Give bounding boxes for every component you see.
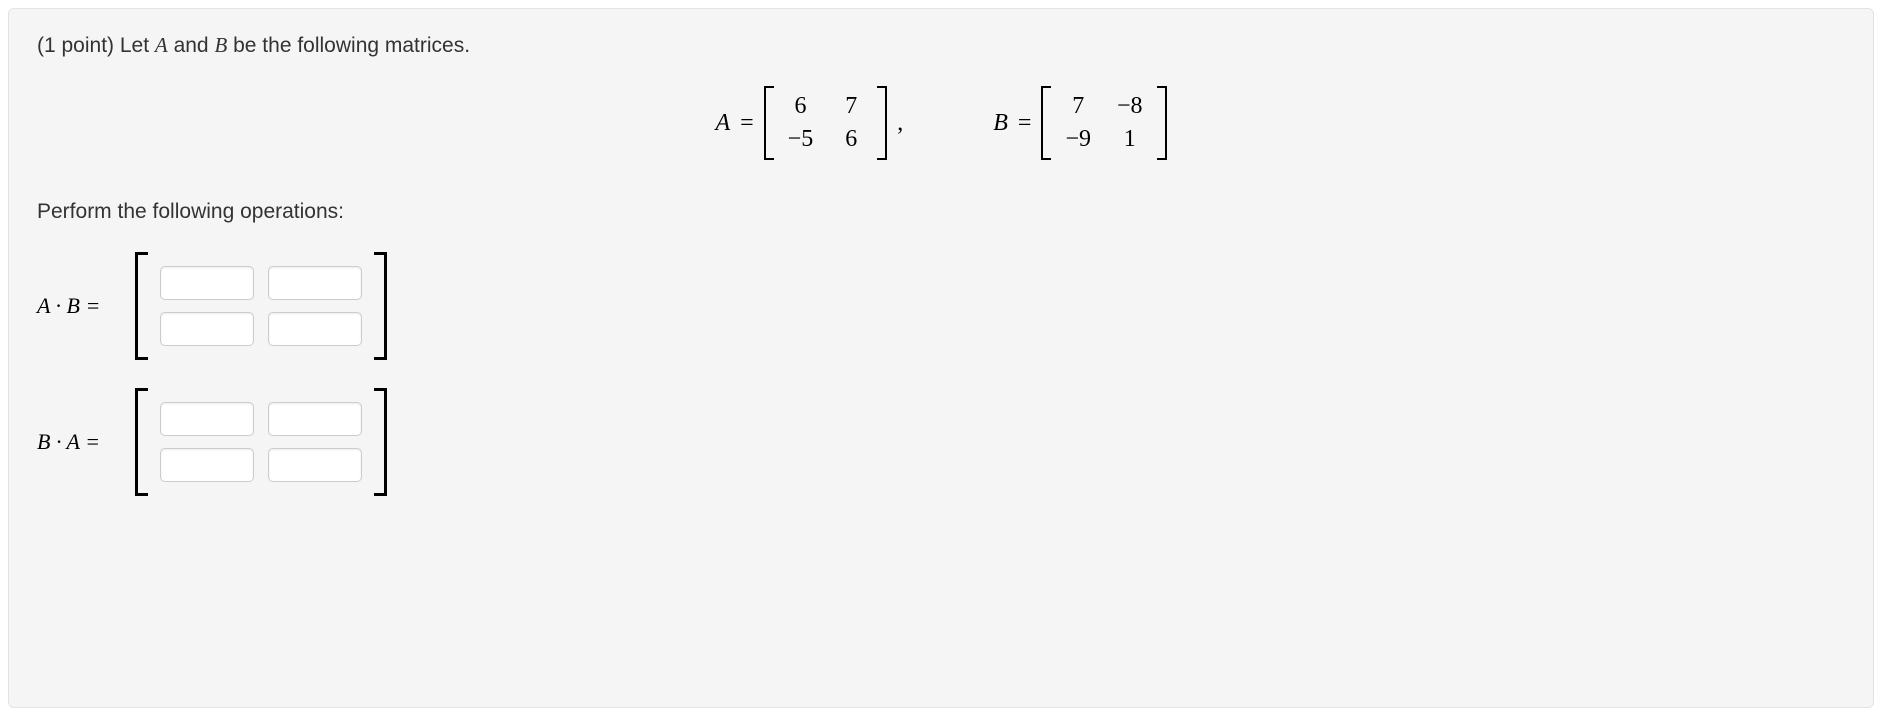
A-2-1: −5 — [788, 126, 814, 153]
intro-and: and — [168, 34, 215, 57]
answer-AB: A · B = — [37, 252, 1845, 360]
problem-intro: (1 point) Let A and B be the following m… — [37, 33, 1845, 58]
A-1-1: 6 — [788, 93, 814, 120]
comma: , — [897, 110, 903, 137]
bracket-right-icon — [1157, 86, 1167, 160]
AB-matrix — [135, 252, 387, 360]
A-2-2: 6 — [839, 126, 863, 153]
BA-matrix — [135, 388, 387, 496]
matrix-B: 7 −8 −9 1 — [1041, 86, 1166, 160]
AB-input-1-2[interactable] — [268, 266, 362, 300]
bracket-left-icon — [135, 388, 148, 496]
bracket-left-icon — [1041, 86, 1051, 160]
problem-container: (1 point) Let A and B be the following m… — [8, 8, 1874, 708]
matrix-A-eq: A = 6 7 −5 6 , — [715, 86, 903, 160]
answer-BA: B · A = — [37, 388, 1845, 496]
A-1-2: 7 — [839, 93, 863, 120]
equals-sign: = — [1018, 110, 1032, 137]
BA-input-2-2[interactable] — [268, 448, 362, 482]
B-1-2: −8 — [1117, 93, 1143, 120]
AB-input-1-1[interactable] — [160, 266, 254, 300]
AB-input-2-1[interactable] — [160, 312, 254, 346]
var-A: A — [155, 33, 168, 57]
bracket-right-icon — [877, 86, 887, 160]
var-B: B — [214, 33, 227, 57]
intro-text-1: Let — [120, 34, 155, 57]
matrix-B-label: B — [993, 110, 1008, 137]
points: (1 point) — [37, 34, 120, 57]
B-2-1: −9 — [1065, 126, 1091, 153]
AB-input-2-2[interactable] — [268, 312, 362, 346]
bracket-right-icon — [374, 388, 387, 496]
bracket-left-icon — [764, 86, 774, 160]
BA-label: B · A = — [37, 429, 123, 455]
matrix-B-cells: 7 −8 −9 1 — [1055, 87, 1152, 159]
matrix-definitions: A = 6 7 −5 6 , B = 7 −8 — [37, 86, 1845, 160]
AB-cells — [148, 252, 374, 360]
AB-label: A · B = — [37, 293, 123, 319]
matrix-A-cells: 6 7 −5 6 — [778, 87, 874, 159]
B-1-1: 7 — [1065, 93, 1091, 120]
BA-cells — [148, 388, 374, 496]
bracket-left-icon — [135, 252, 148, 360]
intro-text-2: be the following matrices. — [227, 34, 470, 57]
matrix-A: 6 7 −5 6 — [764, 86, 888, 160]
bracket-right-icon — [374, 252, 387, 360]
operations-prompt: Perform the following operations: — [37, 200, 1845, 224]
BA-input-1-2[interactable] — [268, 402, 362, 436]
matrix-B-eq: B = 7 −8 −9 1 — [993, 86, 1166, 160]
matrix-A-label: A — [715, 110, 730, 137]
BA-input-2-1[interactable] — [160, 448, 254, 482]
B-2-2: 1 — [1117, 126, 1143, 153]
equals-sign: = — [740, 110, 754, 137]
BA-input-1-1[interactable] — [160, 402, 254, 436]
